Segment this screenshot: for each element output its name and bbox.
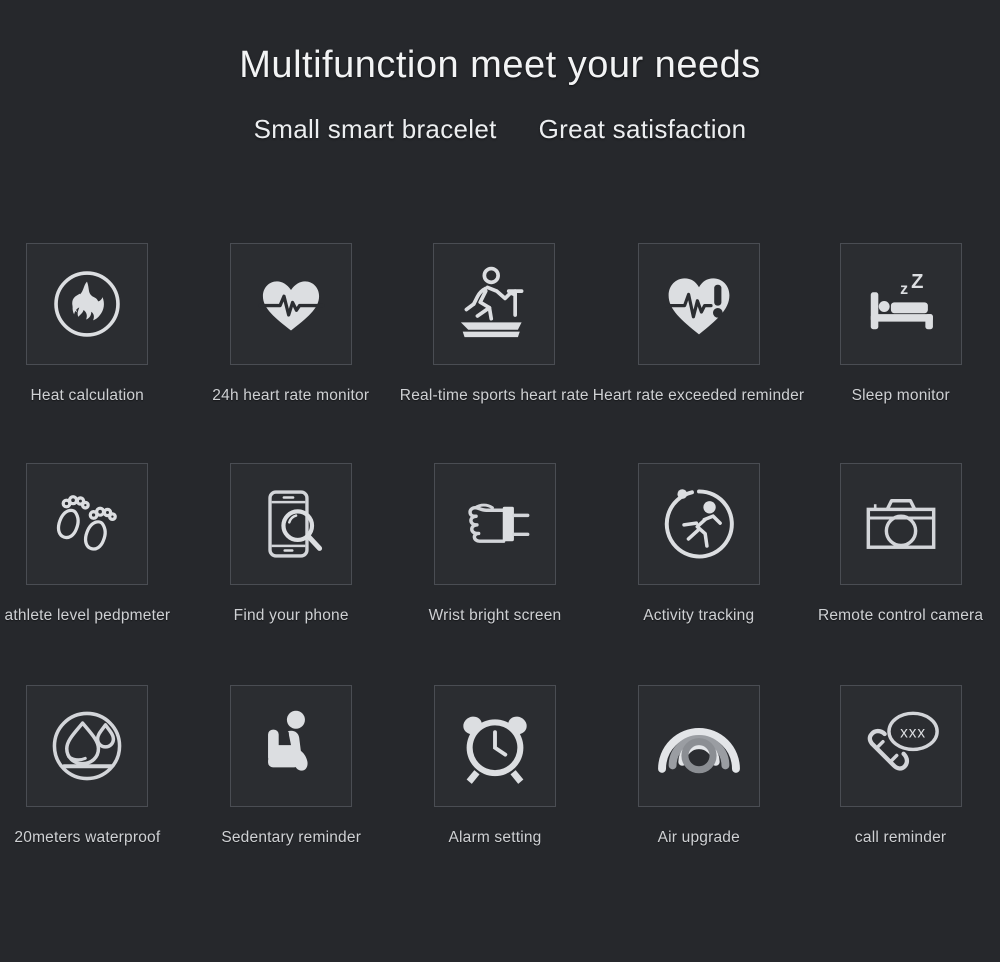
feature-label: Heat calculation xyxy=(30,387,144,404)
feature-tile[interactable] xyxy=(26,243,149,365)
feature-cell-find-your-phone[interactable]: Find your phone xyxy=(192,463,391,685)
feature-row: athlete level pedpmeter Find your phone … xyxy=(0,463,1000,685)
treadmill-runner-icon xyxy=(461,266,524,338)
feature-cell-24h-heart-rate-monitor[interactable]: 24h heart rate monitor xyxy=(192,243,391,463)
bed-sleep-icon: z Z xyxy=(870,271,933,330)
feature-label: Activity tracking xyxy=(643,607,755,624)
camera-icon xyxy=(866,499,935,549)
feature-tile[interactable]: xxx xyxy=(839,685,962,807)
phone-search-icon xyxy=(268,490,323,558)
phone-call-bubble-icon: xxx xyxy=(867,711,939,771)
feature-tile[interactable] xyxy=(839,463,962,585)
feature-cell-sleep-monitor[interactable]: z Z Sleep monitor xyxy=(802,243,1000,463)
feature-tile[interactable] xyxy=(433,463,556,585)
feature-tile[interactable] xyxy=(229,243,352,365)
feature-label: Find your phone xyxy=(233,607,349,624)
feature-label: call reminder xyxy=(854,829,947,846)
feature-tile[interactable] xyxy=(637,243,760,365)
feature-label: Sedentary reminder xyxy=(221,829,362,846)
feature-row: 20meters waterproof Sedentary reminder A… xyxy=(0,685,1000,905)
feature-label: Remote control camera xyxy=(817,607,984,624)
feature-cell-wrist-bright-screen[interactable]: Wrist bright screen xyxy=(396,463,595,685)
svg-text:z: z xyxy=(900,281,908,298)
feature-label: Heart rate exceeded reminder xyxy=(592,387,805,404)
feature-label: Wrist bright screen xyxy=(428,607,562,624)
svg-text:xxx: xxx xyxy=(900,724,926,741)
feature-cell-call-reminder[interactable]: xxx call reminder xyxy=(801,685,1000,905)
feature-cell-heart-rate-exceeded-reminder[interactable]: Heart rate exceeded reminder xyxy=(593,243,804,463)
feature-grid: Heat calculation 24h heart rate monitor xyxy=(0,243,1000,905)
feature-label: Real-time sports heart rate xyxy=(399,387,589,404)
header-block: Multifunction meet your needs Small smar… xyxy=(0,0,1000,145)
subtitle-left: Small smart bracelet xyxy=(253,113,497,144)
svg-text:Z: Z xyxy=(911,271,923,293)
feature-cell-athlete-level-pedpmeter[interactable]: athlete level pedpmeter xyxy=(0,463,187,685)
feature-label: athlete level pedpmeter xyxy=(4,607,171,624)
feature-cell-20meters-waterproof[interactable]: 20meters waterproof xyxy=(0,685,187,905)
feature-cell-activity-tracking[interactable]: Activity tracking xyxy=(599,463,798,685)
feature-label: Alarm setting xyxy=(448,829,542,846)
feature-tile[interactable] xyxy=(26,463,149,585)
feature-tile[interactable]: z Z xyxy=(839,243,962,365)
heart-pulse-icon xyxy=(257,281,325,331)
feature-label: 20meters waterproof xyxy=(14,829,161,846)
subtitle-row: Small smart bracelet Great satisfaction xyxy=(0,114,1000,145)
feature-tile[interactable] xyxy=(26,685,149,807)
feature-cell-heat-calculation[interactable]: Heat calculation xyxy=(0,243,187,463)
flame-circle-icon xyxy=(54,271,121,337)
feature-cell-remote-control-camera[interactable]: Remote control camera xyxy=(801,463,1000,685)
subtitle-right: Great satisfaction xyxy=(538,113,747,144)
page-title: Multifunction meet your needs xyxy=(239,44,761,86)
wrist-band-icon xyxy=(468,503,530,543)
seated-person-icon xyxy=(268,710,308,771)
feature-label: Sleep monitor xyxy=(851,387,950,404)
feature-tile[interactable] xyxy=(433,243,556,365)
alarm-clock-icon xyxy=(463,716,527,784)
wireless-waves-icon xyxy=(657,728,740,774)
feature-tile[interactable] xyxy=(433,685,556,807)
water-drop-circle-icon xyxy=(53,711,122,781)
footprints-icon xyxy=(57,495,118,551)
feature-tile[interactable] xyxy=(637,463,760,585)
feature-tile[interactable] xyxy=(230,685,353,807)
feature-cell-real-time-sports-heart-rate[interactable]: Real-time sports heart rate xyxy=(395,243,594,463)
feature-cell-air-upgrade[interactable]: Air upgrade xyxy=(599,685,798,905)
feature-row: Heat calculation 24h heart rate monitor xyxy=(0,243,1000,463)
feature-tile[interactable] xyxy=(637,685,760,807)
heart-alert-icon xyxy=(663,278,729,335)
feature-label: Air upgrade xyxy=(657,829,740,846)
feature-tile[interactable] xyxy=(230,463,353,585)
feature-cell-alarm-setting[interactable]: Alarm setting xyxy=(396,685,595,905)
feature-showcase-page: Multifunction meet your needs Small smar… xyxy=(0,0,1000,962)
runner-circle-icon xyxy=(664,489,734,559)
feature-label: 24h heart rate monitor xyxy=(212,387,370,404)
feature-cell-sedentary-reminder[interactable]: Sedentary reminder xyxy=(192,685,391,905)
